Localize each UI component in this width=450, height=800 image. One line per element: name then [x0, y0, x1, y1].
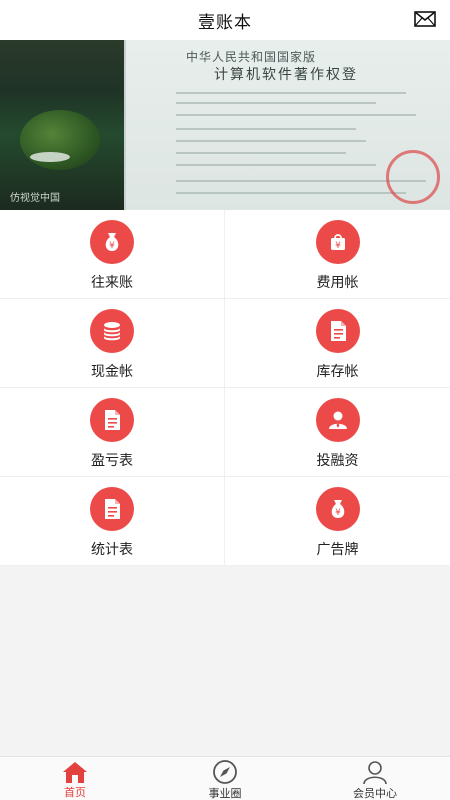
- menu-item-label: 盈亏表: [91, 453, 133, 469]
- feature-grid: ¥ 往来账 ¥ 费用帐 现金帐 库存帐 盈亏表 投融资 统计表 ¥ 广告牌: [0, 210, 450, 566]
- top-bar: 壹账本: [0, 0, 450, 40]
- svg-text:¥: ¥: [335, 241, 341, 251]
- banner-carousel[interactable]: 仿视觉中国 中华人民共和国国家版 计算机软件著作权登: [0, 40, 450, 210]
- nav-label-circle: 事业圈: [208, 787, 242, 800]
- menu-item-label: 统计表: [91, 542, 133, 558]
- nav-label-member: 会员中心: [353, 787, 397, 800]
- certificate-image: 中华人民共和国国家版 计算机软件著作权登: [124, 40, 450, 210]
- compass-icon: [211, 759, 239, 785]
- certificate-title: 计算机软件著作权登: [214, 67, 358, 83]
- bottom-nav: 首页 事业圈 会员中心: [0, 756, 450, 800]
- menu-item-feiyongzhang[interactable]: ¥ 费用帐: [225, 210, 450, 299]
- certificate-field: [176, 114, 416, 116]
- nav-item-circle[interactable]: 事业圈: [150, 757, 300, 800]
- certificate-field: [176, 152, 346, 154]
- certificate-field: [176, 128, 356, 130]
- menu-item-label: 费用帐: [316, 275, 359, 291]
- svg-text:¥: ¥: [109, 241, 115, 251]
- document-icon: [90, 398, 134, 442]
- empty-area: [0, 566, 450, 756]
- menu-item-label: 库存帐: [316, 364, 359, 380]
- menu-item-wanglaizhang[interactable]: ¥ 往来账: [0, 210, 225, 299]
- red-stamp: [386, 150, 440, 204]
- certificate-field: [176, 140, 366, 142]
- person-icon: [361, 759, 389, 785]
- page-title: 壹账本: [198, 12, 252, 33]
- document-icon: [315, 309, 360, 353]
- nav-item-home[interactable]: 首页: [0, 757, 150, 800]
- shopping-bag-icon: ¥: [315, 220, 360, 264]
- app-screen: 壹账本 仿视觉中国 中华人民共和国国家版 计算机软件著作权登 ¥ 往来账 ¥ 费…: [0, 0, 450, 800]
- menu-item-tourongzi[interactable]: 投融资: [225, 388, 450, 477]
- menu-item-label: 现金帐: [91, 364, 133, 380]
- certificate-field: [176, 92, 406, 94]
- document-icon: [90, 487, 134, 531]
- menu-item-kucunzhang[interactable]: 库存帐: [225, 299, 450, 388]
- menu-item-guanggaopai[interactable]: ¥ 广告牌: [225, 477, 450, 566]
- home-icon: [61, 759, 89, 784]
- user-icon: [315, 398, 360, 442]
- menu-item-xianjinzhang[interactable]: 现金帐: [0, 299, 225, 388]
- banner-photo: 仿视觉中国: [0, 40, 124, 210]
- mail-icon[interactable]: [413, 9, 437, 29]
- coin-stack-icon: [90, 309, 134, 353]
- menu-item-label: 广告牌: [316, 542, 359, 558]
- svg-text:¥: ¥: [335, 508, 341, 518]
- menu-item-yingkuibiao[interactable]: 盈亏表: [0, 388, 225, 477]
- menu-item-label: 往来账: [91, 275, 133, 291]
- menu-item-tongjibiao[interactable]: 统计表: [0, 477, 225, 566]
- leaf-highlight: [30, 152, 70, 162]
- certificate-field: [176, 192, 406, 194]
- nav-item-member[interactable]: 会员中心: [300, 757, 450, 800]
- menu-item-label: 投融资: [316, 453, 359, 469]
- money-bag-icon: ¥: [90, 220, 134, 264]
- banner-watermark: 仿视觉中国: [10, 193, 60, 204]
- certificate-field: [176, 164, 376, 166]
- nav-label-home: 首页: [64, 786, 86, 799]
- certificate-heading: 中华人民共和国国家版: [186, 50, 317, 64]
- money-bag-icon: ¥: [315, 487, 360, 531]
- certificate-field: [176, 102, 376, 104]
